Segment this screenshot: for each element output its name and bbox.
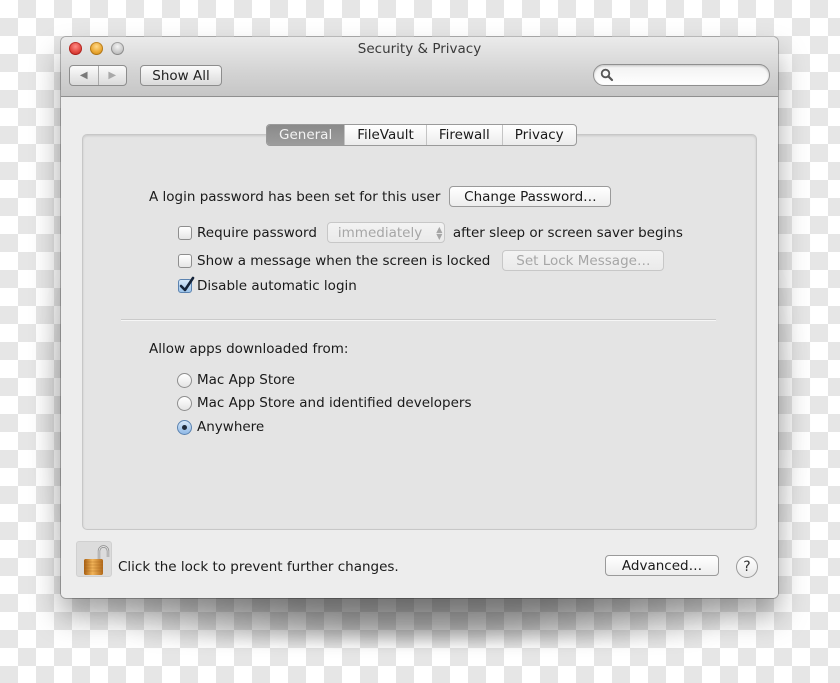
radio-button[interactable] [177, 372, 192, 388]
radio-option-identified-developers[interactable]: Mac App Store and identified developers [177, 395, 472, 411]
require-password-suffix: after sleep or screen saver begins [452, 224, 683, 241]
preferences-content: General FileVault Firewall Privacy A log… [61, 98, 778, 598]
security-privacy-window: Security & Privacy ◀ ▶ Show All General … [61, 37, 778, 598]
lock-status-text: Click the lock to prevent further change… [118, 559, 399, 575]
show-message-row: Show a message when the screen is locked… [178, 250, 665, 271]
title-bar: Security & Privacy ◀ ▶ Show All [61, 37, 778, 97]
search-input[interactable] [593, 64, 770, 86]
back-forward-control: ◀ ▶ [69, 65, 127, 86]
back-arrow-icon: ◀ [79, 70, 88, 81]
radio-label: Anywhere [197, 419, 265, 435]
radio-button[interactable] [177, 395, 192, 411]
forward-arrow-icon: ▶ [108, 70, 117, 81]
tab-firewall[interactable]: Firewall [425, 125, 502, 145]
show-all-button[interactable]: Show All [140, 65, 222, 86]
allow-apps-heading: Allow apps downloaded from: [149, 341, 349, 357]
lock-button[interactable] [76, 541, 112, 577]
require-password-checkbox[interactable] [178, 225, 192, 240]
disable-auto-login-checkbox[interactable] [178, 276, 195, 293]
show-message-label: Show a message when the screen is locked [197, 252, 491, 269]
login-password-row: A login password has been set for this u… [149, 186, 612, 207]
disable-auto-login-label: Disable automatic login [197, 278, 357, 294]
window-title: Security & Privacy [357, 41, 482, 57]
radio-button[interactable] [177, 419, 192, 435]
back-button[interactable]: ◀ [70, 66, 98, 85]
section-divider [121, 319, 716, 320]
tab-bar: General FileVault Firewall Privacy [266, 124, 577, 146]
allow-apps-heading-row: Allow apps downloaded from: [149, 341, 348, 357]
login-password-text: A login password has been set for this u… [149, 188, 441, 205]
help-icon: ? [743, 559, 751, 575]
general-panel: A login password has been set for this u… [82, 134, 757, 530]
require-password-delay-popup[interactable]: immediately ▲ ▼ [326, 222, 445, 243]
tab-general[interactable]: General [267, 125, 345, 145]
disable-auto-login-row: Disable automatic login [178, 276, 357, 294]
show-message-checkbox[interactable] [178, 253, 192, 268]
radio-label: Mac App Store and identified developers [197, 395, 472, 411]
radio-option-anywhere[interactable]: Anywhere [177, 419, 264, 435]
delay-value: immediately [337, 224, 423, 241]
unlocked-padlock-icon [84, 545, 110, 575]
require-password-row: Require password immediately ▲ ▼ after sl… [178, 222, 683, 243]
help-button[interactable]: ? [736, 556, 758, 578]
radio-label: Mac App Store [197, 372, 295, 388]
popup-arrows-icon: ▲ ▼ [436, 224, 443, 241]
change-password-button[interactable]: Change Password… [449, 186, 612, 207]
tab-filevault[interactable]: FileVault [344, 125, 426, 145]
tab-privacy[interactable]: Privacy [501, 125, 576, 145]
search-icon [600, 68, 614, 82]
set-lock-message-button[interactable]: Set Lock Message… [502, 250, 665, 271]
radio-option-mac-app-store[interactable]: Mac App Store [177, 372, 295, 388]
require-password-label: Require password [197, 224, 317, 241]
forward-button[interactable]: ▶ [97, 66, 127, 85]
checkmark-icon [179, 276, 195, 292]
advanced-button[interactable]: Advanced… [605, 555, 719, 576]
